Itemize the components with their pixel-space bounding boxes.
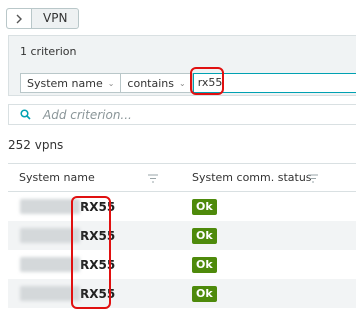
status-badge: Ok [192,285,217,302]
filter-panel: 1 criterion System name ⌄ contains ⌄ rx5… [8,35,356,96]
status-cell: Ok [182,221,356,250]
status-badge: Ok [192,227,217,244]
operator-select-value: contains [127,76,174,90]
table-header: System name System comm. status [8,163,356,192]
breadcrumb: VPN [6,8,80,29]
chevron-down-icon: ⌄ [107,78,115,88]
results-table: System name System comm. status RX55 Ok … [8,163,356,308]
highlight-annotation-value [190,67,224,95]
add-criterion-placeholder: Add criterion... [43,107,132,122]
chevron-down-icon: ⌄ [178,78,186,88]
add-criterion-input[interactable]: Add criterion... [8,104,356,125]
chevron-right-icon [16,14,22,23]
status-badge: Ok [192,198,217,215]
status-cell: Ok [182,192,356,221]
column-header-label: System name [19,171,95,184]
result-count: 252 vpns [8,138,64,152]
expand-breadcrumb-button[interactable] [7,9,32,28]
breadcrumb-item-vpn[interactable]: VPN [32,9,78,28]
table-row[interactable]: RX55 Ok [8,221,356,250]
search-icon [20,109,32,121]
status-cell: Ok [182,279,356,308]
field-select[interactable]: System name ⌄ [20,73,122,93]
criterion-count: 1 criterion [20,45,77,58]
column-header-system-comm-status[interactable]: System comm. status [182,164,356,191]
table-row[interactable]: RX55 Ok [8,250,356,279]
table-row[interactable]: RX55 Ok [8,192,356,221]
operator-select[interactable]: contains ⌄ [121,73,193,93]
status-badge: Ok [192,256,217,273]
highlight-annotation-names [71,196,111,309]
table-row[interactable]: RX55 Ok [8,279,356,308]
status-cell: Ok [182,250,356,279]
column-header-system-name[interactable]: System name [8,164,182,191]
column-header-label: System comm. status [192,171,312,184]
sort-icon[interactable] [308,174,318,183]
sort-icon[interactable] [148,174,158,183]
field-select-value: System name [27,76,103,90]
criterion-row: System name ⌄ contains ⌄ rx55 [20,72,356,94]
